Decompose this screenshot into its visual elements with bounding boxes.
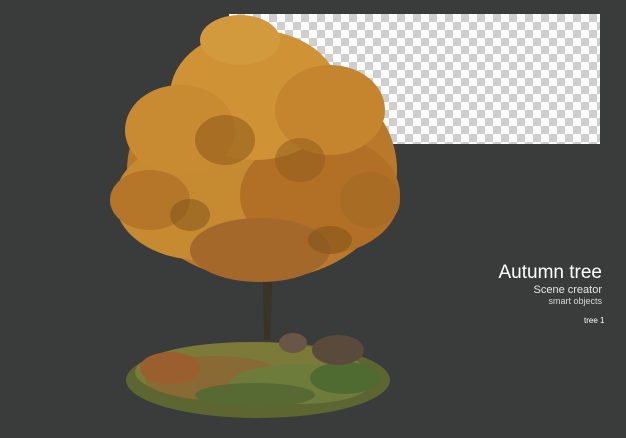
tree-label: tree 1 — [584, 316, 605, 325]
caption-subtitle-small: smart objects — [548, 296, 602, 306]
caption-block: Autumn tree Scene creator smart objects — [499, 262, 603, 306]
image-canvas: Autumn tree Scene creator smart objects … — [0, 0, 626, 438]
tree-illustration — [110, 15, 400, 418]
tree-canopy — [110, 15, 400, 282]
caption-subtitle: Scene creator — [533, 284, 602, 296]
caption-title: Autumn tree — [498, 262, 603, 283]
